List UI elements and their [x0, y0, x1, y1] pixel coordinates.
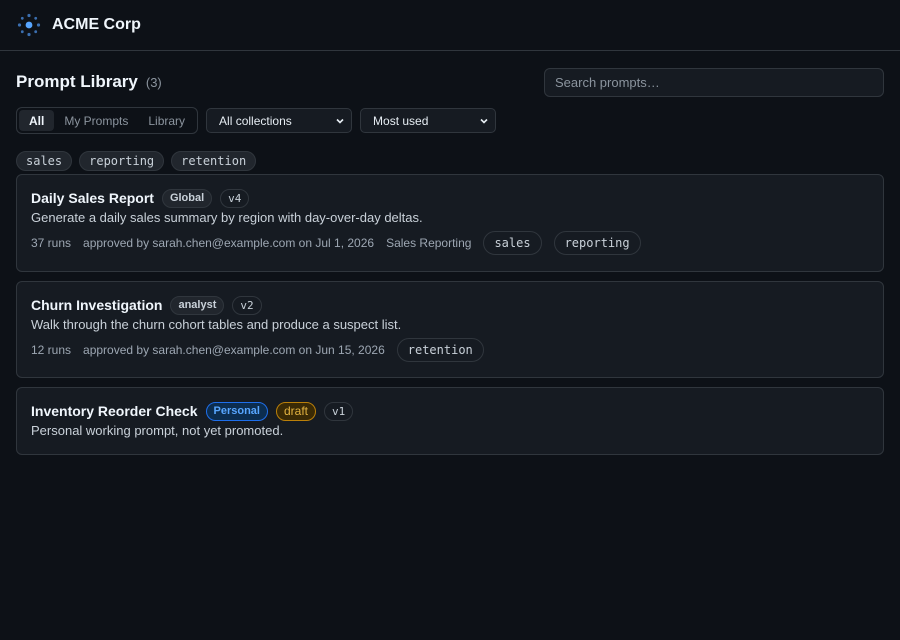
prompt-card-header: Churn Investigation analyst v2 — [31, 295, 869, 315]
prompt-description: Personal working prompt, not yet promote… — [31, 423, 284, 438]
prompt-tag[interactable]: retention — [396, 338, 484, 362]
collection-select[interactable]: All collections — [206, 108, 353, 133]
scope-badge: Global — [161, 188, 213, 208]
prompt-tag[interactable]: sales — [483, 231, 542, 255]
network-hub-icon[interactable] — [16, 12, 42, 38]
prompt-description: Generate a daily sales summary by region… — [31, 210, 423, 225]
prompt-description: Walk through the churn cohort tables and… — [31, 317, 402, 332]
approval-info: approved by sarah.chen@example.com on Ju… — [83, 343, 385, 357]
prompt-card-header: Daily Sales Report Global v4 — [31, 188, 869, 208]
version-badge: v4 — [220, 188, 250, 208]
prompt-meta: 37 runs approved by sarah.chen@example.c… — [31, 231, 869, 255]
prompt-count: (3) — [145, 75, 162, 90]
tab-my-prompts[interactable]: My Prompts — [54, 110, 138, 131]
prompt-card[interactable]: Inventory Reorder Check Personal draft v… — [16, 387, 884, 455]
scope-tabs: All My Prompts Library — [16, 107, 199, 134]
page-header: Prompt Library (3) — [16, 67, 884, 97]
prompt-list: Daily Sales Report Global v4 Generate a … — [16, 174, 884, 455]
top-bar: ACME Corp — [0, 0, 900, 51]
tag-filter-sales[interactable]: sales — [16, 151, 73, 171]
prompt-meta: 12 runs approved by sarah.chen@example.c… — [31, 338, 869, 362]
sort-select-value: Most used — [373, 113, 429, 128]
prompt-title[interactable]: Churn Investigation — [31, 297, 162, 313]
tag-filter-retention[interactable]: retention — [171, 151, 257, 171]
main-content: Prompt Library (3) All My Prompts Librar… — [0, 51, 900, 455]
run-count: 12 runs — [31, 343, 72, 357]
chevron-down-icon — [336, 118, 344, 124]
version-badge: v1 — [323, 401, 354, 421]
tag-filter-reporting[interactable]: reporting — [79, 151, 165, 171]
version-badge: v2 — [232, 295, 262, 315]
draft-badge: draft — [275, 401, 316, 421]
tag-filter-row: sales reporting retention — [16, 151, 884, 171]
role-badge: analyst — [170, 295, 225, 315]
search-input[interactable] — [544, 67, 884, 97]
tab-all[interactable]: All — [19, 110, 55, 131]
collection-name: Sales Reporting — [386, 236, 472, 250]
prompt-tag[interactable]: reporting — [553, 231, 641, 255]
prompt-card-header: Inventory Reorder Check Personal draft v… — [31, 401, 869, 421]
run-count: 37 runs — [31, 236, 72, 250]
page-title: Prompt Library — [16, 72, 138, 91]
collection-select-value: All collections — [219, 113, 292, 128]
brand-name[interactable]: ACME Corp — [52, 16, 141, 34]
title-wrap: Prompt Library (3) — [16, 72, 162, 92]
chevron-down-icon — [480, 118, 488, 124]
prompt-title[interactable]: Inventory Reorder Check — [31, 403, 198, 419]
prompt-title[interactable]: Daily Sales Report — [31, 190, 154, 206]
filter-row: All My Prompts Library All collections M… — [16, 107, 884, 134]
personal-badge: Personal — [205, 401, 268, 421]
tab-library[interactable]: Library — [138, 110, 195, 131]
prompt-card[interactable]: Daily Sales Report Global v4 Generate a … — [16, 174, 884, 272]
prompt-card[interactable]: Churn Investigation analyst v2 Walk thro… — [16, 281, 884, 378]
approval-info: approved by sarah.chen@example.com on Ju… — [83, 236, 375, 250]
sort-select[interactable]: Most used — [360, 108, 497, 133]
